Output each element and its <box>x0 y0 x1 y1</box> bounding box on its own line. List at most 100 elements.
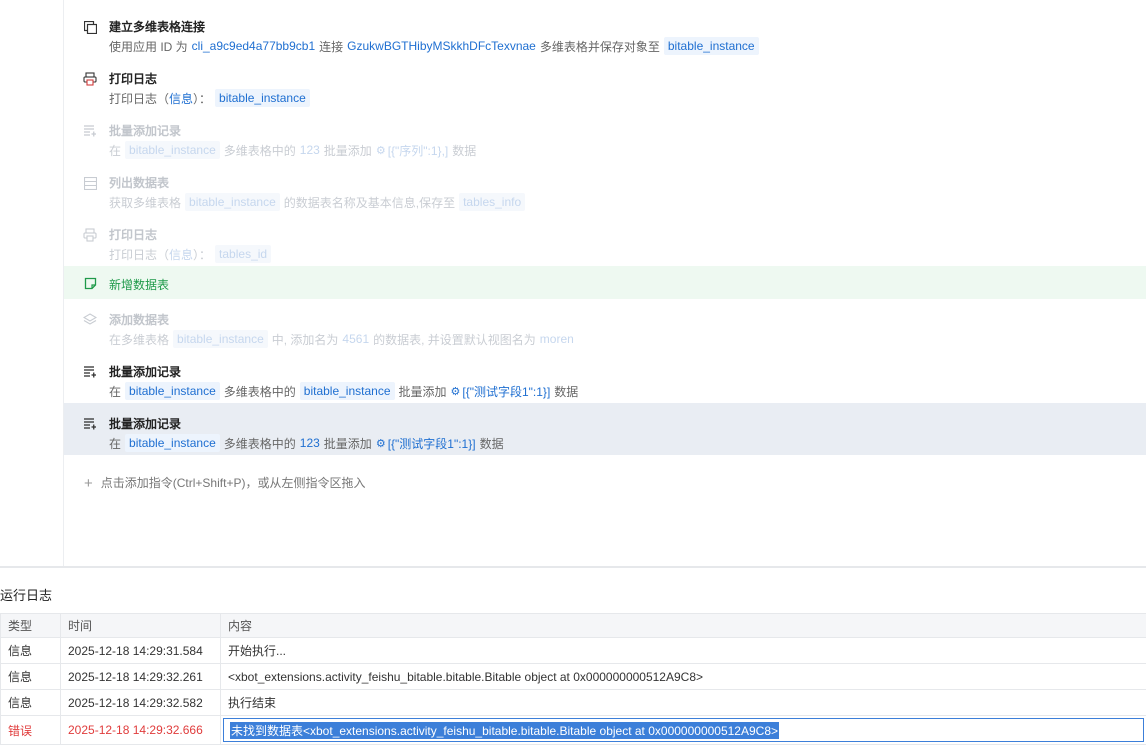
header-time[interactable]: 时间 <box>60 613 221 638</box>
table-row[interactable]: 信息 2025-12-18 14:29:32.582 执行结束 <box>0 689 1146 716</box>
records-value[interactable]: [{"序列":1},] <box>388 142 449 159</box>
variable-chip[interactable]: bitable_instance <box>125 141 220 159</box>
table-name-value[interactable]: 4561 <box>342 332 369 346</box>
records-value[interactable]: [{"测试字段1":1}] <box>388 435 476 452</box>
printer-icon <box>83 228 97 242</box>
step-batch-add-records-selected[interactable]: 批量添加记录 在 bitable_instance 多维表格中的 123 批量添… <box>64 403 1146 455</box>
link-table-icon <box>83 20 97 34</box>
add-command-hint[interactable]: + 点击添加指令(Ctrl+Shift+P)，或从左侧指令区拖入 <box>84 474 365 492</box>
log-content-cell[interactable]: 未找到数据表<xbot_extensions.activity_feishu_b… <box>220 715 1146 745</box>
desc-text: ）： <box>193 247 212 262</box>
step-title: 批量添加记录 <box>109 124 182 138</box>
table-value[interactable]: 123 <box>300 436 320 450</box>
list-table-icon <box>83 176 97 190</box>
desc-text: 的数据表, 并设置默认视图名为 <box>373 332 536 347</box>
desc-text: 的数据表名称及基本信息,保存至 <box>283 195 456 210</box>
variable-chip[interactable]: tables_id <box>215 245 272 263</box>
step-add-table-disabled[interactable]: 添加数据表 在多维表格 bitable_instance 中, 添加名为 456… <box>64 299 1146 351</box>
variable-chip[interactable]: bitable_instance <box>173 330 268 348</box>
step-title: 添加数据表 <box>109 313 170 327</box>
table-row[interactable]: 信息 2025-12-18 14:29:31.584 开始执行... <box>0 637 1146 664</box>
variable-chip[interactable]: bitable_instance <box>185 193 280 211</box>
log-title: 运行日志 <box>0 588 53 603</box>
expression-icon: ⚙ <box>450 385 461 398</box>
log-level-value[interactable]: 信息 <box>169 90 193 107</box>
log-type: 信息 <box>0 663 61 690</box>
desc-text: 批量添加 <box>323 436 372 451</box>
printer-icon <box>83 72 97 86</box>
desc-text: 多维表格中的 <box>223 384 296 399</box>
desc-text: 获取多维表格 <box>109 195 182 210</box>
token-value[interactable]: GzukwBGTHibyMSkkhDFcTexvnae <box>347 39 536 53</box>
batch-add-icon <box>83 124 97 138</box>
desc-text: 在 <box>109 384 122 399</box>
desc-text: 在 <box>109 143 122 158</box>
plus-icon: + <box>84 475 93 492</box>
app-id-value[interactable]: cli_a9c9ed4a77bb9cb1 <box>192 39 315 53</box>
desc-text: 批量添加 <box>323 143 372 158</box>
log-content: 未找到数据表<xbot_extensions.activity_feishu_b… <box>230 721 780 739</box>
header-type[interactable]: 类型 <box>0 613 61 638</box>
log-time: 2025-12-18 14:29:32.582 <box>60 689 221 716</box>
step-desc: 在 bitable_instance 多维表格中的 bitable_instan… <box>109 382 578 400</box>
log-content: 开始执行... <box>220 637 1146 664</box>
log-time: 2025-12-18 14:29:32.261 <box>60 663 221 690</box>
step-batch-add-records[interactable]: 批量添加记录 在 bitable_instance 多维表格中的 bitable… <box>64 351 1146 403</box>
log-content: <xbot_extensions.activity_feishu_bitable… <box>220 663 1146 690</box>
header-content[interactable]: 内容 <box>220 613 1146 638</box>
step-desc: 获取多维表格 bitable_instance 的数据表名称及基本信息,保存至 … <box>109 193 529 211</box>
table-row-error[interactable]: 错误 2025-12-18 14:29:32.666 未找到数据表<xbot_e… <box>0 715 1146 745</box>
add-command-text: 点击添加指令(Ctrl+Shift+P)，或从左侧指令区拖入 <box>100 476 366 490</box>
variable-chip[interactable]: bitable_instance <box>215 89 310 107</box>
log-header-row: 类型 时间 内容 <box>0 613 1146 638</box>
desc-text: 中, 添加名为 <box>271 332 339 347</box>
step-desc: 使用应用 ID 为 cli_a9c9ed4a77bb9cb1 连接 GzukwB… <box>109 37 763 55</box>
step-title: 打印日志 <box>109 228 158 242</box>
step-connect-bitable[interactable]: 建立多维表格连接 使用应用 ID 为 cli_a9c9ed4a77bb9cb1 … <box>64 6 1146 58</box>
log-content: 执行结束 <box>220 689 1146 716</box>
step-desc: 打印日志（ 信息 ）： bitable_instance <box>109 89 314 107</box>
log-table: 类型 时间 内容 信息 2025-12-18 14:29:31.584 开始执行… <box>0 613 1146 745</box>
desc-text: 数据 <box>452 143 477 158</box>
step-title: 列出数据表 <box>109 176 170 190</box>
desc-text: 多维表格中的 <box>223 436 296 451</box>
log-level-value[interactable]: 信息 <box>169 246 193 263</box>
batch-add-icon <box>83 365 97 379</box>
batch-add-icon <box>83 417 97 431</box>
desc-text: 打印日志（ <box>109 247 170 262</box>
records-value[interactable]: [{"测试字段1":1}] <box>462 383 550 400</box>
desc-text: 多维表格并保存对象至 <box>539 39 660 54</box>
desc-text: 打印日志（ <box>109 91 170 106</box>
variable-chip[interactable]: bitable_instance <box>125 434 220 452</box>
step-new-table[interactable]: 新增数据表 <box>64 266 1146 299</box>
note-icon <box>83 276 97 290</box>
log-type: 信息 <box>0 637 61 664</box>
step-title: 批量添加记录 <box>109 417 182 431</box>
variable-chip[interactable]: bitable_instance <box>663 37 759 55</box>
step-print-log[interactable]: 打印日志 打印日志（ 信息 ）： bitable_instance <box>64 58 1146 110</box>
step-desc: 在多维表格 bitable_instance 中, 添加名为 4561 的数据表… <box>109 330 578 348</box>
desc-text: 连接 <box>319 39 344 54</box>
variable-chip[interactable]: bitable_instance <box>125 382 220 400</box>
view-name-value[interactable]: moren <box>540 332 574 346</box>
log-type: 错误 <box>0 715 61 745</box>
selected-cell-border[interactable]: 未找到数据表<xbot_extensions.activity_feishu_b… <box>223 718 1144 742</box>
step-print-log-disabled[interactable]: 打印日志 打印日志（ 信息 ）： tables_id <box>64 214 1146 266</box>
desc-text: 在 <box>109 436 122 451</box>
variable-chip[interactable]: tables_info <box>459 193 526 211</box>
desc-text: 多维表格中的 <box>223 143 296 158</box>
variable-chip[interactable]: bitable_instance <box>299 382 395 400</box>
expression-icon: ⚙ <box>375 437 386 450</box>
desc-text: ）： <box>193 91 212 106</box>
step-desc: 在 bitable_instance 多维表格中的 123 批量添加 ⚙ [{"… <box>109 434 504 452</box>
desc-text: 使用应用 ID 为 <box>109 39 188 54</box>
table-value[interactable]: 123 <box>300 143 320 157</box>
desc-text: 在多维表格 <box>109 332 170 347</box>
run-log-panel: 运行日志 类型 时间 内容 信息 2025-12-18 14:29:31.584… <box>0 566 1146 755</box>
desc-text: 数据 <box>554 384 579 399</box>
step-list-tables-disabled[interactable]: 列出数据表 获取多维表格 bitable_instance 的数据表名称及基本信… <box>64 162 1146 214</box>
step-batch-add-disabled[interactable]: 批量添加记录 在 bitable_instance 多维表格中的 123 批量添… <box>64 110 1146 162</box>
table-row[interactable]: 信息 2025-12-18 14:29:32.261 <xbot_extensi… <box>0 663 1146 690</box>
flow-editor: 建立多维表格连接 使用应用 ID 为 cli_a9c9ed4a77bb9cb1 … <box>64 0 1146 566</box>
desc-text: 批量添加 <box>398 384 447 399</box>
